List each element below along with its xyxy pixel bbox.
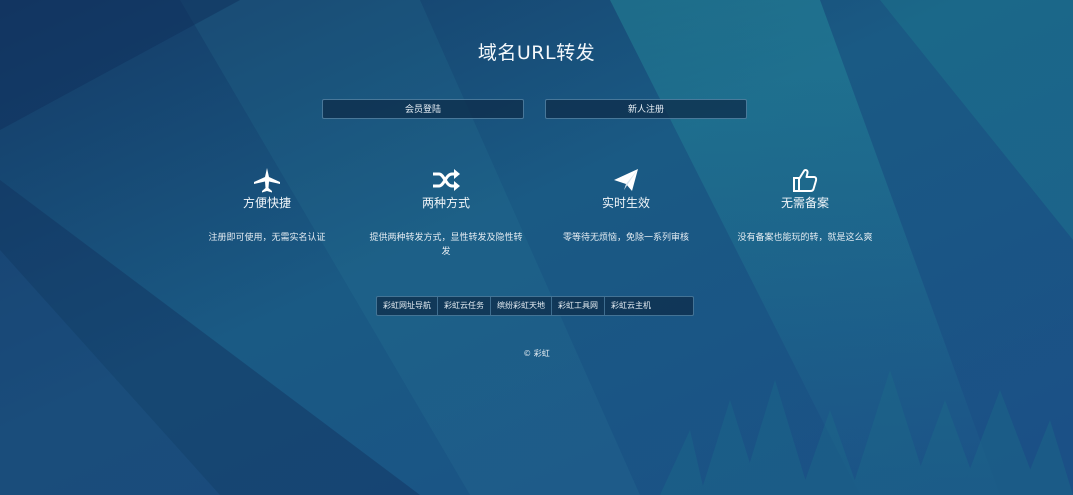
link-rainbow-cloud-host[interactable]: 彩虹云主机 [605, 297, 657, 315]
feature-desc: 没有备案也能玩的转，就是这么爽 [737, 233, 873, 243]
paper-plane-icon [614, 169, 638, 191]
footer-copyright: © 彩虹 [523, 349, 550, 358]
thumbs-up-icon [793, 168, 818, 192]
feature-title: 无需备案 [780, 196, 829, 210]
feature-title: 实时生效 [601, 196, 650, 210]
link-rainbow-nav[interactable]: 彩虹网址导航 [377, 297, 438, 315]
link-rainbow-cloud-task[interactable]: 彩虹云任务 [438, 297, 491, 315]
friend-links-bar: 彩虹网址导航 彩虹云任务 缤纷彩虹天地 彩虹工具网 彩虹云主机 [376, 296, 694, 316]
shuffle-icon [433, 169, 460, 191]
login-button[interactable]: 会员登陆 [322, 99, 524, 119]
link-rainbow-world[interactable]: 缤纷彩虹天地 [491, 297, 552, 315]
feature-desc: 注册即可使用，无需实名认证 [208, 233, 326, 243]
feature-convenient: 方便快捷 注册即可使用，无需实名认证 [177, 166, 357, 245]
airplane-icon [254, 168, 280, 193]
feature-title: 两种方式 [421, 196, 470, 210]
feature-no-filing: 无需备案 没有备案也能玩的转，就是这么爽 [715, 166, 895, 245]
feature-desc: 提供两种转发方式，显性转发及隐性转发 [369, 233, 523, 257]
page-title: 域名URL转发 [477, 42, 596, 64]
link-rainbow-tools[interactable]: 彩虹工具网 [552, 297, 605, 315]
feature-desc: 零等待无烦恼，免除一系列审核 [562, 233, 689, 243]
feature-title: 方便快捷 [242, 196, 291, 210]
register-button[interactable]: 新人注册 [545, 99, 747, 119]
feature-two-modes: 两种方式 提供两种转发方式，显性转发及隐性转发 [356, 166, 536, 259]
feature-instant: 实时生效 零等待无烦恼，免除一系列审核 [536, 166, 716, 245]
main-content: 域名URL转发 会员登陆 新人注册 方便快捷 注册即可使用，无需实名认证 两种方… [0, 0, 1073, 495]
